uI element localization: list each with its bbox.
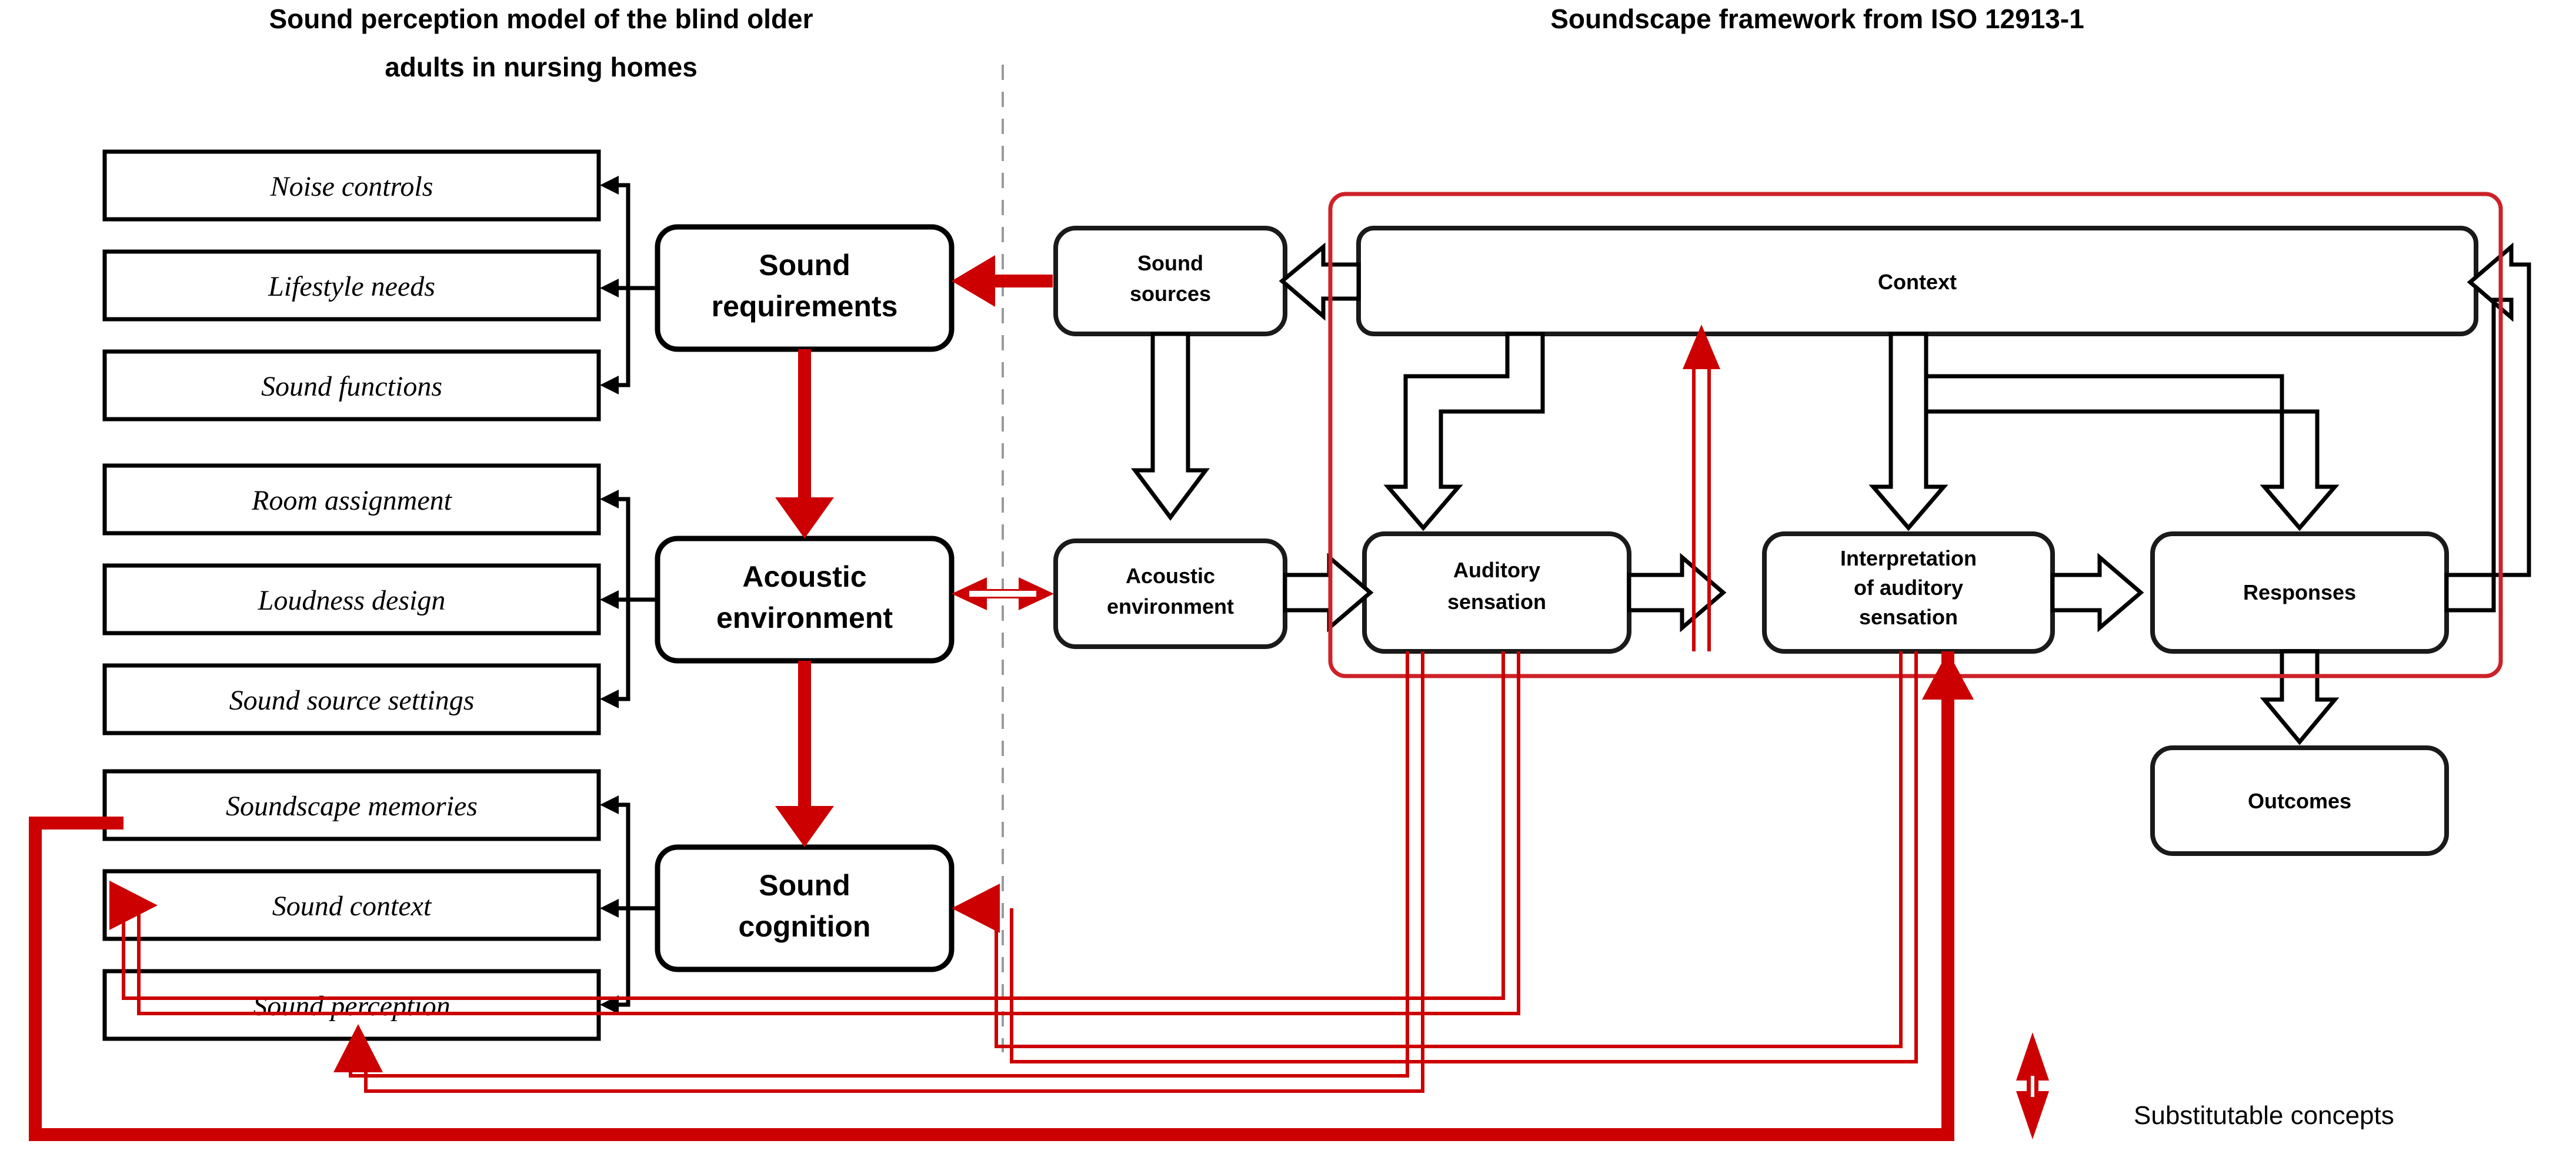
arrowhead-redline-cognition — [952, 884, 1000, 933]
label-auditory-sensation-line2: sensation — [1447, 590, 1546, 614]
label-acoustic-environment-iso-line2: environment — [1107, 594, 1234, 618]
label-lifestyle-needs: Lifestyle needs — [268, 271, 435, 302]
arrowhead-sound-context — [600, 899, 619, 918]
left-title-line1: Sound perception model of the blind olde… — [269, 4, 813, 34]
flow-acoustic-environment-to-auditory-sensation — [1283, 553, 1374, 633]
legend-arrow-shaft-gap — [2031, 1076, 2034, 1097]
label-auditory-sensation-line1: Auditory — [1453, 558, 1540, 582]
flow-responses-to-outcomes — [2260, 649, 2340, 745]
flow-context-to-auditory-sensation — [1383, 332, 1545, 531]
label-sound-cognition-line2: cognition — [739, 910, 871, 943]
label-room-assignment: Room assignment — [251, 485, 453, 516]
flow-interpretation-to-responses — [2050, 553, 2144, 633]
label-sound-functions: Sound functions — [261, 371, 442, 402]
diagram-canvas: Sound perception model of the blind olde… — [0, 0, 2576, 1164]
connector-cognition-to-soundscape-memories — [612, 802, 658, 911]
label-sound-sources-line2: sources — [1130, 282, 1211, 306]
connector-requirements-to-noise-controls — [612, 183, 658, 290]
box-sound-requirements[interactable] — [655, 224, 955, 352]
arrowhead-redflow-acoustic — [775, 497, 834, 538]
label-interpretation-line3: sensation — [1859, 605, 1958, 629]
label-sound-perception: Sound perception — [253, 991, 450, 1022]
flow-context-to-sound-sources — [1279, 242, 1361, 321]
label-noise-controls: Noise controls — [270, 171, 433, 202]
left-title-line2: adults in nursing homes — [385, 52, 698, 82]
label-acoustic-environment-left-line2: environment — [716, 601, 893, 634]
label-loudness-design: Loudness design — [258, 585, 446, 616]
label-outcomes: Outcomes — [2248, 789, 2351, 813]
arrowhead-noise-controls — [600, 176, 619, 195]
label-sound-source-settings: Sound source settings — [229, 685, 475, 716]
label-sound-cognition-line1: Sound — [759, 869, 850, 902]
redflow-acoustic-inner-gap — [969, 591, 1036, 597]
redline-interpretation-to-cognition-a — [995, 651, 1903, 1048]
arrowhead-soundscape-memories — [600, 795, 619, 814]
arrowhead-sound-source-settings — [600, 690, 619, 708]
label-acoustic-environment-left-line1: Acoustic — [742, 560, 866, 593]
redline-interpretation-to-cognition-b — [1010, 651, 1918, 1063]
box-sound-sources[interactable] — [1053, 226, 1287, 336]
connector-requirements-to-sound-functions — [612, 288, 630, 387]
right-title: Soundscape framework from ISO 12913-1 — [1550, 4, 2084, 34]
label-acoustic-environment-iso-line1: Acoustic — [1126, 564, 1215, 588]
label-interpretation-line1: Interpretation — [1840, 546, 1977, 570]
arrowhead-lifestyle-needs — [600, 279, 619, 297]
flow-sound-sources-to-acoustic-environment — [1131, 332, 1210, 521]
label-sound-context: Sound context — [272, 891, 432, 922]
connector-acoustic-to-sound-source-settings — [612, 600, 630, 701]
flow-context-to-responses — [1924, 374, 2340, 531]
connector-cognition-to-sound-perception — [612, 908, 630, 1007]
label-interpretation-line2: of auditory — [1854, 576, 1963, 600]
arrowhead-loudness-design — [600, 590, 619, 609]
arrowhead-room-assignment — [600, 490, 619, 509]
label-responses: Responses — [2243, 580, 2356, 604]
legend: Substitutable concepts — [2016, 1032, 2394, 1139]
legend-arrowhead-up — [2016, 1032, 2049, 1081]
label-context: Context — [1878, 270, 1957, 294]
substitutable-arrow-icon — [2016, 1032, 2049, 1139]
box-acoustic-environment-iso[interactable] — [1053, 538, 1287, 649]
diagram-svg: Sound perception model of the blind olde… — [29, 4, 2531, 1141]
label-sound-requirements-line1: Sound — [759, 249, 850, 282]
flow-context-to-interpretation — [1868, 332, 1948, 531]
label-soundscape-memories: Soundscape memories — [226, 791, 478, 822]
box-sound-cognition[interactable] — [655, 844, 955, 972]
arrowhead-redflow-cognition — [775, 806, 834, 847]
legend-arrowhead-down — [2016, 1091, 2049, 1139]
label-sound-sources-line1: Sound — [1137, 251, 1203, 275]
arrowhead-sound-functions — [600, 376, 619, 394]
box-acoustic-environment-left[interactable] — [655, 536, 955, 664]
legend-label: Substitutable concepts — [2134, 1101, 2394, 1130]
connector-acoustic-to-room-assignment — [612, 497, 658, 602]
arrowhead-redflow-requirements — [952, 255, 995, 307]
label-sound-requirements-line2: requirements — [712, 290, 898, 323]
